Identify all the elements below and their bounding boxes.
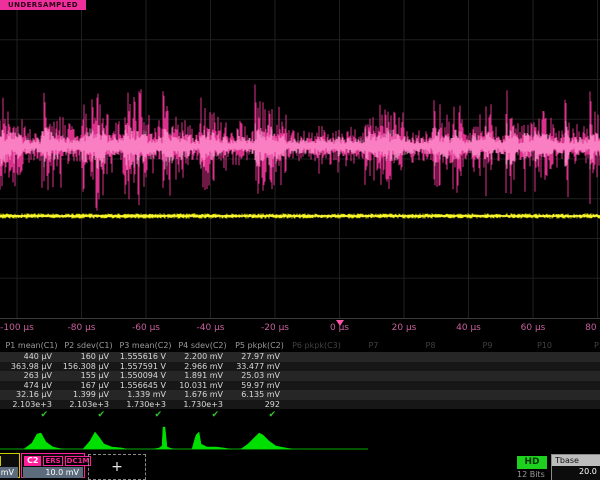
measurement-value: 1.339 mV xyxy=(117,390,174,400)
descriptor-bar: C1 DC1M 10.0 mV C2 ERSDC1M 10.0 mV + HD … xyxy=(0,453,600,480)
hd-mode-badge[interactable]: HD xyxy=(517,456,547,469)
measurement-table: P1 mean(C1)P2 sdev(C1)P3 mean(C2)P4 sdev… xyxy=(0,339,600,421)
status-check-icon: ✔ xyxy=(174,409,231,421)
measurement-value: 474 µV xyxy=(3,381,60,391)
axis-tick-label: 20 µs xyxy=(392,323,417,333)
measurement-value: 1.550094 V xyxy=(117,371,174,381)
add-trace-button[interactable]: + xyxy=(88,454,146,480)
c2-label: C2 xyxy=(24,456,41,466)
axis-tick-label: -60 µs xyxy=(132,323,160,333)
c1-volts-per-div: 10.0 mV xyxy=(0,467,18,478)
measurement-value: 1.730e+3 xyxy=(174,400,231,410)
measurement-header-p2[interactable]: P2 sdev(C1) xyxy=(60,339,117,352)
measurement-value: 160 µV xyxy=(60,352,117,362)
channel-flag-ers: ERS xyxy=(43,456,62,466)
measurement-histogram-icon xyxy=(24,433,62,449)
measurement-value: 155 µV xyxy=(60,371,117,381)
measurement-histogram-icon xyxy=(241,433,292,449)
table-header-row: P1 mean(C1)P2 sdev(C1)P3 mean(C2)P4 sdev… xyxy=(0,339,600,352)
measurement-header-p4[interactable]: P4 sdev(C2) xyxy=(174,339,231,352)
measurement-value: 2.103e+3 xyxy=(3,400,60,410)
measurement-value: 263 µV xyxy=(3,371,60,381)
measurement-value: 1.399 µV xyxy=(60,390,117,400)
measurement-value: 27.97 mV xyxy=(231,352,288,362)
measurement-header-p9[interactable]: P9 xyxy=(459,339,516,352)
measurement-header-p3[interactable]: P3 mean(C2) xyxy=(117,339,174,352)
measurement-value: 440 µV xyxy=(3,352,60,362)
measurement-header-p11[interactable]: P11 xyxy=(573,339,600,352)
measurement-value: 167 µV xyxy=(60,381,117,391)
measurement-value: 1.891 mV xyxy=(174,371,231,381)
measurement-value: 1.557591 V xyxy=(117,362,174,372)
undersampled-warning-badge: UNDERSAMPLED xyxy=(0,0,86,10)
table-row: 474 µV167 µV1.556645 V10.031 mV59.97 mV xyxy=(0,381,600,391)
table-row: 363.98 µV156.308 µV1.557591 V2.966 mV33.… xyxy=(0,362,600,372)
timebase-descriptor[interactable]: Tbase 20.0 µs/div xyxy=(551,454,600,480)
measurement-value: 2.200 mV xyxy=(174,352,231,362)
measurement-value: 292 xyxy=(231,400,288,410)
measurement-header-p10[interactable]: P10 xyxy=(516,339,573,352)
status-check-icon: ✔ xyxy=(231,409,288,421)
axis-tick-label: -20 µs xyxy=(261,323,289,333)
status-row: ✔✔✔✔✔ xyxy=(0,409,600,421)
table-row: 440 µV160 µV1.555616 V2.200 mV27.97 mV xyxy=(0,352,600,362)
timebase-title: Tbase xyxy=(552,455,600,466)
resolution-bits-label: 12 Bits xyxy=(517,470,545,479)
plus-icon: + xyxy=(111,459,123,475)
measurement-value: 2.966 mV xyxy=(174,362,231,372)
measurement-value: 1.555616 V xyxy=(117,352,174,362)
measurement-histogram-icon xyxy=(192,432,230,449)
measurement-header-p1[interactable]: P1 mean(C1) xyxy=(3,339,60,352)
measurement-header-p5[interactable]: P5 pkpk(C2) xyxy=(231,339,288,352)
measurement-histogram-icon xyxy=(83,432,126,449)
channel-c2-descriptor[interactable]: C2 ERSDC1M 10.0 mV xyxy=(21,453,85,478)
measurement-value: 32.16 µV xyxy=(3,390,60,400)
channel-c1-descriptor[interactable]: C1 DC1M 10.0 mV xyxy=(0,453,20,478)
measurement-value: 1.556645 V xyxy=(117,381,174,391)
axis-tick-label: 60 µs xyxy=(521,323,546,333)
table-row: 32.16 µV1.399 µV1.339 mV1.676 mV6.135 mV xyxy=(0,390,600,400)
status-check-icon: ✔ xyxy=(117,409,174,421)
measurement-value: 10.031 mV xyxy=(174,381,231,391)
status-check-icon: ✔ xyxy=(60,409,117,421)
axis-tick-label: 80 µs xyxy=(585,323,600,333)
measurement-value: 25.03 mV xyxy=(231,371,288,381)
measurement-value: 363.98 µV xyxy=(3,362,60,372)
measurement-value: 59.97 mV xyxy=(231,381,288,391)
status-check-icon: ✔ xyxy=(3,409,60,421)
measurement-value: 1.676 mV xyxy=(174,390,231,400)
axis-tick-label: -40 µs xyxy=(197,323,225,333)
measurement-header-p6[interactable]: P6 pkpk(C3) xyxy=(288,339,345,352)
time-axis: -100 µs-80 µs-60 µs-40 µs-20 µs0 µs20 µs… xyxy=(0,318,600,339)
measurement-histogram-icon xyxy=(154,427,173,449)
table-row: 263 µV155 µV1.550094 V1.891 mV25.03 mV xyxy=(0,371,600,381)
trigger-position-marker xyxy=(336,320,344,326)
measurement-histogram-strip xyxy=(0,421,600,453)
timebase-value: 20.0 µs/div xyxy=(552,466,600,478)
measurement-value: 6.135 mV xyxy=(231,390,288,400)
c2-volts-per-div: 10.0 mV xyxy=(23,467,83,478)
channel-flag-dc1m: DC1M xyxy=(0,456,1,466)
oscilloscope-screen: UNDERSAMPLED -100 µs -80 µs -60 µs -40 µs -2… xyxy=(0,0,600,480)
axis-tick-label: -100 µs xyxy=(0,323,34,333)
measurement-value: 33.477 mV xyxy=(231,362,288,372)
waveform-display[interactable] xyxy=(0,0,600,318)
axis-tick-label: 40 µs xyxy=(456,323,481,333)
table-row: 2.103e+32.103e+31.730e+31.730e+3292 xyxy=(0,400,600,410)
measurement-value: 2.103e+3 xyxy=(60,400,117,410)
measurement-value: 1.730e+3 xyxy=(117,400,174,410)
measurement-header-p7[interactable]: P7 xyxy=(345,339,402,352)
measurement-value: 156.308 µV xyxy=(60,362,117,372)
measurement-header-p8[interactable]: P8 xyxy=(402,339,459,352)
axis-tick-label: -80 µs xyxy=(68,323,96,333)
